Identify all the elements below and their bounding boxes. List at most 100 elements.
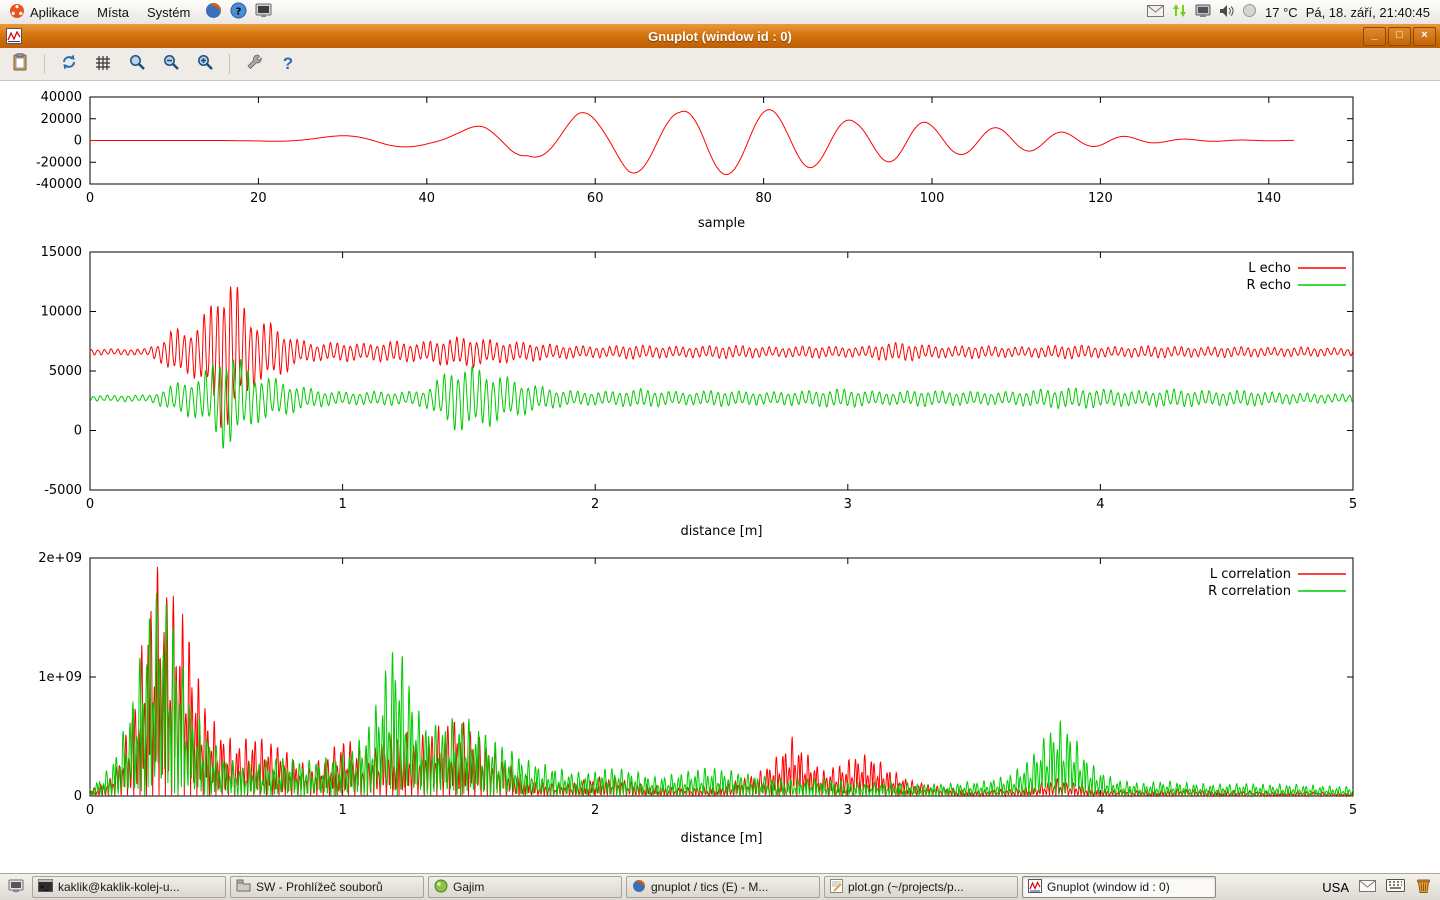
- taskbar-item-terminal[interactable]: >_ kaklik@kaklik-kolej-u...: [32, 876, 226, 898]
- grid-icon: [94, 53, 112, 76]
- zoom-fit-icon: [128, 53, 146, 76]
- svg-text:80: 80: [755, 191, 772, 206]
- svg-text:?: ?: [236, 7, 242, 18]
- svg-text:>_: >_: [40, 883, 49, 891]
- temperature-label[interactable]: 17 °C: [1265, 5, 1298, 20]
- svg-text:20: 20: [250, 191, 267, 206]
- terminal-icon: >_: [38, 879, 53, 895]
- svg-text:0: 0: [74, 789, 82, 804]
- svg-text:3: 3: [844, 803, 852, 818]
- taskbar-item-label: Gnuplot (window id : 0): [1047, 880, 1170, 894]
- taskbar-item-gajim[interactable]: Gajim: [428, 876, 622, 898]
- mail-applet-icon[interactable]: [1359, 880, 1376, 895]
- toolbar-separator: [229, 54, 230, 74]
- firefox-launcher-icon[interactable]: [205, 2, 222, 22]
- taskbar: >_ kaklik@kaklik-kolej-u... SW - Prohlíž…: [0, 873, 1440, 900]
- gnuplot-toolbar: ?: [0, 48, 1440, 81]
- zoom-in-button[interactable]: [193, 52, 217, 76]
- paste-button[interactable]: [8, 52, 32, 76]
- svg-text:L correlation: L correlation: [1210, 567, 1291, 582]
- refresh-button[interactable]: [57, 52, 81, 76]
- taskbar-item-label: plot.gn (~/projects/p...: [848, 880, 964, 894]
- help-icon: ?: [283, 54, 293, 74]
- svg-text:10000: 10000: [41, 305, 82, 320]
- svg-text:-40000: -40000: [36, 177, 82, 192]
- grid-button[interactable]: [91, 52, 115, 76]
- display-tray-icon[interactable]: [1195, 4, 1211, 21]
- menu-system[interactable]: Systém: [138, 0, 199, 24]
- taskbar-item-gnuplot[interactable]: Gnuplot (window id : 0): [1022, 876, 1216, 898]
- window-controls: _ □ ×: [1363, 27, 1440, 46]
- svg-text:R echo: R echo: [1246, 278, 1291, 293]
- window-titlebar[interactable]: Gnuplot (window id : 0) _ □ ×: [0, 24, 1440, 48]
- file-manager-icon: [236, 879, 251, 895]
- maximize-button[interactable]: □: [1388, 27, 1411, 46]
- svg-text:120: 120: [1088, 191, 1113, 206]
- menu-system-label: Systém: [147, 5, 190, 20]
- svg-text:L echo: L echo: [1248, 261, 1291, 276]
- zoom-in-icon: [196, 53, 214, 76]
- desktop: Aplikace Místa Systém ?: [0, 0, 1440, 900]
- svg-text:5: 5: [1349, 497, 1357, 512]
- svg-text:1: 1: [338, 803, 346, 818]
- svg-text:distance [m]: distance [m]: [680, 831, 762, 846]
- svg-text:sample: sample: [698, 216, 745, 231]
- svg-text:40: 40: [419, 191, 436, 206]
- keyboard-icon[interactable]: [1386, 879, 1405, 895]
- svg-text:40000: 40000: [41, 90, 82, 105]
- trash-icon[interactable]: [1415, 877, 1432, 897]
- svg-text:60: 60: [587, 191, 604, 206]
- settings-button[interactable]: [242, 52, 266, 76]
- volume-tray-icon[interactable]: [1219, 4, 1234, 21]
- firefox-icon: [632, 879, 646, 896]
- taskbar-item-label: Gajim: [453, 880, 484, 894]
- ubuntu-logo-icon: [9, 3, 25, 22]
- svg-text:2: 2: [591, 803, 599, 818]
- wrench-icon: [245, 53, 263, 76]
- panel-launchers: ?: [205, 2, 272, 22]
- taskbar-item-file-manager[interactable]: SW - Prohlížeč souborů: [230, 876, 424, 898]
- svg-text:4: 4: [1096, 497, 1104, 512]
- weather-tray-icon[interactable]: [1242, 3, 1257, 21]
- svg-text:3: 3: [844, 497, 852, 512]
- svg-text:2e+09: 2e+09: [38, 551, 82, 566]
- screenshot-launcher-icon[interactable]: [255, 3, 272, 21]
- plot-canvas[interactable]: 020406080100120140-40000-200000200004000…: [0, 81, 1440, 874]
- zoom-out-button[interactable]: [159, 52, 183, 76]
- svg-text:1e+09: 1e+09: [38, 670, 82, 685]
- close-button[interactable]: ×: [1413, 27, 1436, 46]
- paste-icon: [11, 53, 29, 76]
- plots-svg: 020406080100120140-40000-200000200004000…: [0, 81, 1440, 874]
- svg-text:140: 140: [1256, 191, 1281, 206]
- clock-label[interactable]: Pá, 18. září, 21:40:45: [1306, 5, 1430, 20]
- svg-text:4: 4: [1096, 803, 1104, 818]
- taskbar-item-label: gnuplot / tics (E) - M...: [651, 880, 768, 894]
- mail-tray-icon[interactable]: [1147, 5, 1164, 20]
- svg-text:15000: 15000: [41, 245, 82, 260]
- update-notifier-icon[interactable]: [1172, 3, 1187, 21]
- menu-applications[interactable]: Aplikace: [0, 0, 88, 24]
- help-button[interactable]: ?: [276, 52, 300, 76]
- zoom-fit-button[interactable]: [125, 52, 149, 76]
- help-launcher-icon[interactable]: ?: [230, 2, 247, 22]
- minimize-button[interactable]: _: [1363, 27, 1386, 46]
- zoom-out-icon: [162, 53, 180, 76]
- taskbar-item-editor[interactable]: plot.gn (~/projects/p...: [824, 876, 1018, 898]
- svg-text:20000: 20000: [41, 112, 82, 127]
- show-desktop-button[interactable]: [4, 877, 28, 897]
- window-title: Gnuplot (window id : 0): [0, 29, 1440, 44]
- gajim-icon: [434, 879, 448, 896]
- svg-text:100: 100: [920, 191, 945, 206]
- menu-places[interactable]: Místa: [88, 0, 138, 24]
- taskbar-item-firefox[interactable]: gnuplot / tics (E) - M...: [626, 876, 820, 898]
- svg-text:2: 2: [591, 497, 599, 512]
- taskbar-right: USA: [1322, 877, 1436, 897]
- toolbar-separator: [44, 54, 45, 74]
- svg-text:-20000: -20000: [36, 155, 82, 170]
- svg-text:distance [m]: distance [m]: [680, 524, 762, 539]
- text-editor-icon: [830, 879, 843, 896]
- gnuplot-window-icon: [6, 28, 22, 44]
- refresh-icon: [60, 53, 78, 76]
- svg-text:R correlation: R correlation: [1208, 584, 1291, 599]
- keyboard-layout-indicator[interactable]: USA: [1322, 880, 1349, 895]
